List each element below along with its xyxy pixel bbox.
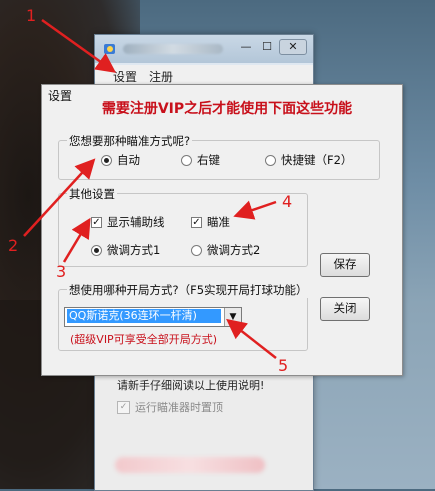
start-mode-select[interactable]: QQ斯诺克(36连环一杆清) ▼: [64, 307, 242, 327]
aim-right-click-option[interactable]: 右键: [181, 152, 220, 168]
aim-hotkey-radio[interactable]: [265, 154, 276, 166]
aim-label: 瞄准: [207, 215, 230, 229]
vip-banner: 需要注册VIP之后才能使用下面这些功能: [101, 101, 353, 117]
aim-auto-radio[interactable]: [101, 154, 112, 166]
start-mode-selected-value: QQ斯诺克(36连环一杆清): [67, 309, 221, 323]
annotation-3: 3: [56, 262, 67, 281]
aim-auto-label: 自动: [117, 153, 140, 167]
other-settings-group: 其他设置 ✓ 显示辅助线 ✓ 瞄准 微调方式1 微调方式2: [58, 186, 308, 267]
aim-hotkey-option[interactable]: 快捷键（F2）: [265, 152, 352, 168]
fine-tune-2-label: 微调方式2: [207, 243, 261, 257]
aim-mode-group: 您想要那种瞄准方式呢? 自动 右键 快捷键（F2）: [58, 133, 380, 180]
aux-line-checkbox[interactable]: ✓: [91, 216, 102, 228]
menu-register[interactable]: 注册: [149, 68, 173, 85]
fine-tune-2-radio[interactable]: [191, 244, 202, 256]
close-window-button[interactable]: ✕: [279, 39, 307, 55]
settings-dialog: 设置 需要注册VIP之后才能使用下面这些功能 您想要那种瞄准方式呢? 自动 右键…: [41, 84, 403, 376]
aux-line-option[interactable]: ✓ 显示辅助线: [91, 214, 165, 230]
fine-tune-1-radio[interactable]: [91, 244, 102, 256]
aim-right-click-radio[interactable]: [181, 154, 192, 166]
dialog-title: 设置: [48, 89, 73, 103]
aim-checkbox[interactable]: ✓: [191, 216, 202, 228]
maximize-button[interactable]: ☐: [257, 39, 277, 55]
aim-option[interactable]: ✓ 瞄准: [191, 214, 230, 230]
topmost-option: ✓ 运行瞄准器时置顶: [117, 399, 223, 415]
aim-auto-option[interactable]: 自动: [101, 152, 140, 168]
annotation-1: 1: [26, 6, 37, 25]
minimize-button[interactable]: —: [235, 39, 257, 55]
usage-notice: 请新手仔细阅读以上使用说明!: [117, 379, 265, 392]
chevron-down-icon[interactable]: ▼: [224, 308, 241, 326]
menu-settings[interactable]: 设置: [113, 68, 137, 85]
main-window-body: 请新手仔细阅读以上使用说明! ✓ 运行瞄准器时置顶: [95, 365, 313, 490]
app-icon: [104, 44, 115, 54]
annotation-5: 5: [278, 356, 289, 375]
annotation-2: 2: [8, 236, 19, 255]
close-button[interactable]: 关闭: [320, 297, 370, 321]
start-mode-group-label: 想使用哪种开局方式?（F5实现开局打球功能）: [67, 282, 310, 298]
aim-right-click-label: 右键: [197, 153, 220, 167]
topmost-label: 运行瞄准器时置顶: [135, 401, 223, 414]
topmost-checkbox: ✓: [117, 400, 130, 414]
super-vip-note: (超级VIP可享受全部开局方式): [70, 333, 217, 346]
menu-bar: 设置 注册: [95, 65, 313, 86]
fine-tune-1-option[interactable]: 微调方式1: [91, 242, 160, 258]
save-button[interactable]: 保存: [320, 253, 370, 277]
aux-line-label: 显示辅助线: [107, 215, 165, 229]
main-window-titlebar: — ☐ ✕: [95, 35, 313, 63]
fine-tune-1-label: 微调方式1: [107, 243, 161, 257]
annotation-4: 4: [282, 192, 293, 211]
aim-hotkey-label: 快捷键（F2）: [281, 153, 353, 167]
fine-tune-2-option[interactable]: 微调方式2: [191, 242, 260, 258]
blurred-link: [115, 457, 265, 473]
other-settings-group-label: 其他设置: [67, 186, 117, 202]
blurred-window-title: [123, 44, 223, 54]
aim-mode-group-label: 您想要那种瞄准方式呢?: [67, 133, 193, 149]
